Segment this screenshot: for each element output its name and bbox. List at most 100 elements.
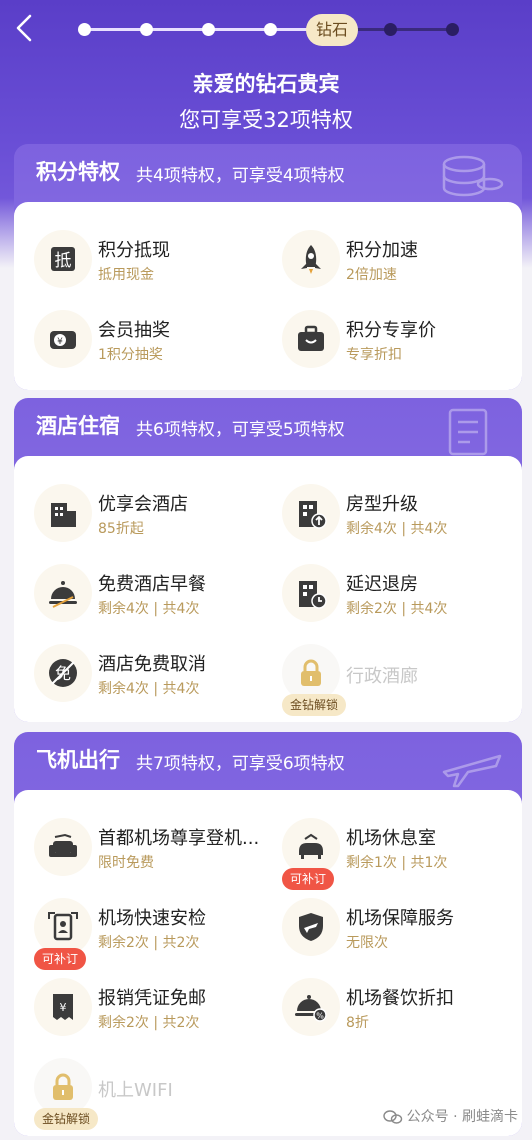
unlock-tag: 金钻解锁 [34,1108,99,1130]
item-name: 房型升级 [346,494,418,515]
privilege-card: 优享会酒店 85折起 房型升级 剩余4次 | 共4次 免费酒店早餐 剩余4次 |… [14,456,522,722]
item-desc: 剩余2次 | 共2次 [98,1015,200,1031]
cloche-icon [34,564,92,622]
privilege-item[interactable]: 首都机场尊享登机... 限时免费 [14,814,259,884]
back-button[interactable] [12,12,36,44]
chevron-left-icon [16,14,32,42]
airplane-icon [442,754,502,788]
watermark: 公众号 · 刷蛙滴卡 [382,1106,518,1126]
free-cancel-icon: 免 [34,644,92,702]
privilege-item[interactable]: 房型升级 剩余4次 | 共4次 [262,480,482,550]
item-desc: 剩余4次 | 共4次 [346,521,448,537]
svg-text:%: % [316,1012,324,1021]
privilege-item-locked[interactable]: 机上WIFI 金钻解锁 [14,1054,234,1130]
section-subtitle: 共7项特权，可享受6项特权 [136,754,345,774]
unlock-tag: 金钻解锁 [282,694,347,716]
section-hotel: 酒店住宿 共6项特权，可享受5项特权 优享会酒店 85折起 房型升级 剩余4次 … [14,398,522,722]
dining-discount-icon: % [282,978,340,1036]
item-name: 机场餐饮折扣 [346,988,454,1009]
deduct-icon: 抵 [34,230,92,288]
privilege-item[interactable]: ¥ 报销凭证免邮 剩余2次 | 共2次 [14,974,234,1044]
item-name: 首都机场尊享登机... [98,828,260,849]
privilege-item[interactable]: 抵 积分抵现 抵用现金 [14,226,234,296]
section-flight: 飞机出行 共7项特权，可享受6项特权 首都机场尊享登机... 限时免费 机场休息… [14,732,522,1136]
item-desc: 85折起 [98,521,144,537]
level-dot[interactable] [202,23,215,36]
privilege-item-locked[interactable]: 行政酒廊 金钻解锁 [262,640,482,716]
coins-icon [442,155,504,197]
level-dot[interactable] [446,23,459,36]
section-subtitle: 共6项特权，可享受5项特权 [136,420,345,440]
progress-track-remaining [356,28,454,31]
sofa-icon [34,818,92,876]
item-desc: 剩余1次 | 共1次 [346,855,448,871]
svg-text:¥: ¥ [60,1001,67,1014]
level-dot[interactable] [264,23,277,36]
item-desc: 1积分抽奖 [98,347,163,363]
item-desc: 专享折扣 [346,347,402,363]
item-desc: 8折 [346,1015,369,1031]
privilege-item[interactable]: 优享会酒店 85折起 [14,480,234,550]
section-title: 积分特权 [36,160,120,184]
item-name: 酒店免费取消 [98,654,206,675]
svg-text:¥: ¥ [57,337,63,347]
item-name: 报销凭证免邮 [98,988,206,1009]
level-dot[interactable] [78,23,91,36]
item-desc: 2倍加速 [346,267,397,283]
privilege-item[interactable]: % 机场餐饮折扣 8折 [262,974,482,1044]
receipt-icon: ¥ [34,978,92,1036]
item-desc: 剩余2次 | 共2次 [98,935,200,951]
item-name: 会员抽奖 [98,320,170,341]
item-name: 优享会酒店 [98,494,188,515]
item-desc: 限时免费 [98,855,154,871]
hotel-icon [34,484,92,542]
section-title: 酒店住宿 [36,414,120,438]
item-name: 免费酒店早餐 [98,574,206,595]
current-level-pill[interactable]: 钻石 [306,14,358,46]
greeting-title: 亲爱的钻石贵宾 [192,72,340,96]
item-desc: 剩余2次 | 共4次 [346,601,448,617]
wechat-icon [382,1110,402,1124]
privilege-item[interactable]: 积分专享价 专享折扣 [262,306,482,376]
privilege-item[interactable]: 免费酒店早餐 剩余4次 | 共4次 [14,560,234,630]
rocket-icon [282,230,340,288]
item-name: 积分专享价 [346,320,436,341]
lottery-icon: ¥ [34,310,92,368]
privilege-card: 首都机场尊享登机... 限时免费 机场休息室 剩余1次 | 共1次 可补订 机场… [14,790,522,1136]
privilege-item[interactable]: 积分加速 2倍加速 [262,226,482,296]
shield-plane-icon [282,898,340,956]
item-name: 机场休息室 [346,828,436,849]
level-progress: 钻石 [76,12,462,46]
level-dot[interactable] [140,23,153,36]
item-name: 积分抵现 [98,240,170,261]
rebook-tag: 可补订 [34,948,87,970]
privilege-item[interactable]: 延迟退房 剩余2次 | 共4次 [262,560,482,630]
watermark-text: 公众号 · 刷蛙滴卡 [406,1109,518,1125]
level-dot[interactable] [384,23,397,36]
rebook-tag: 可补订 [282,868,335,890]
privilege-item[interactable]: 机场保障服务 无限次 [262,894,482,964]
item-desc: 无限次 [346,935,388,951]
section-points: 积分特权 共4项特权，可享受4项特权 抵 积分抵现 抵用现金 积分加速 2倍加速… [14,144,522,390]
privilege-card: 抵 积分抵现 抵用现金 积分加速 2倍加速 ¥ 会员抽奖 1积分抽奖 积分专享价… [14,202,522,390]
section-subtitle: 共4项特权，可享受4项特权 [136,166,345,186]
item-desc: 剩余4次 | 共4次 [98,681,200,697]
privilege-item[interactable]: 机场快速安检 剩余2次 | 共2次 可补订 [14,894,234,970]
item-name: 机场保障服务 [346,908,454,929]
document-icon [448,408,488,456]
section-title: 飞机出行 [36,748,120,772]
hotel-clock-icon [282,564,340,622]
privilege-item[interactable]: ¥ 会员抽奖 1积分抽奖 [14,306,234,376]
item-desc: 抵用现金 [98,267,154,283]
item-desc: 剩余4次 | 共4次 [98,601,200,617]
suitcase-icon [282,310,340,368]
svg-text:抵: 抵 [55,251,72,271]
privilege-item[interactable]: 机场休息室 剩余1次 | 共1次 可补订 [262,814,482,890]
privilege-summary: 您可享受32项特权 [179,108,353,132]
hotel-upgrade-icon [282,484,340,542]
item-name: 积分加速 [346,240,418,261]
item-name: 延迟退房 [346,574,418,595]
privilege-item[interactable]: 免 酒店免费取消 剩余4次 | 共4次 [14,640,234,710]
item-name: 机上WIFI [98,1080,173,1101]
item-name: 机场快速安检 [98,908,206,929]
